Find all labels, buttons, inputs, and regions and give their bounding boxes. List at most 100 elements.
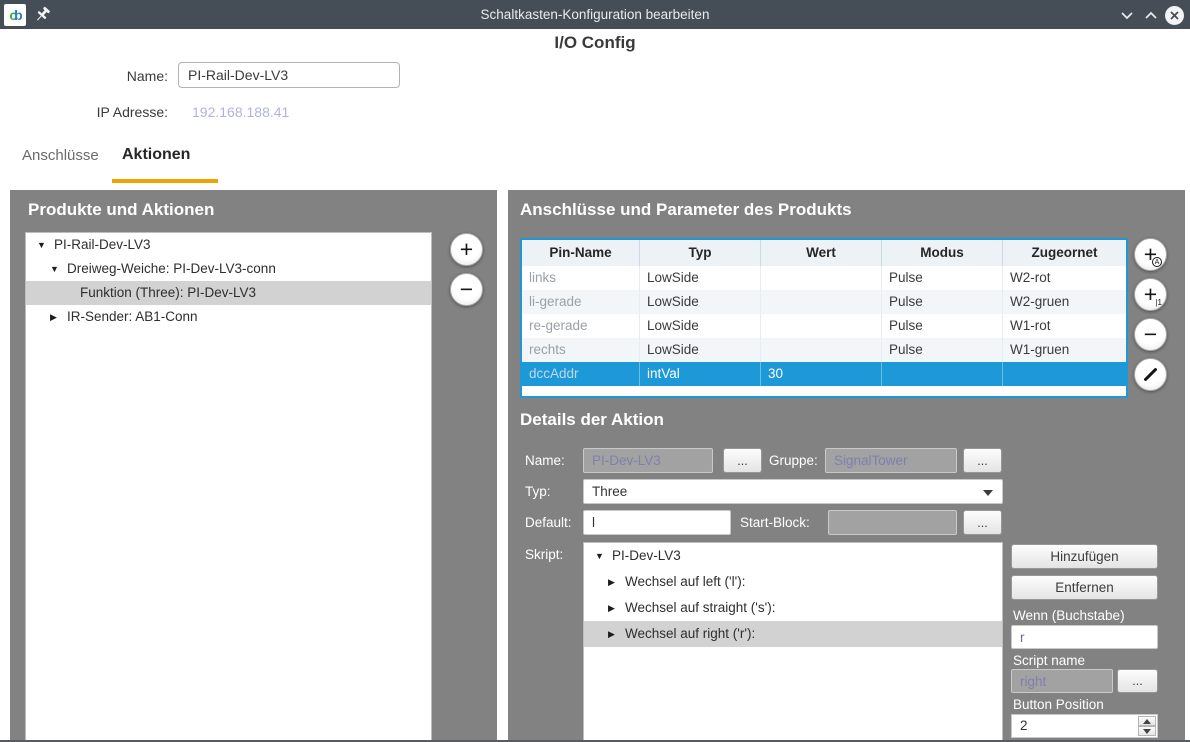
table-row[interactable]: re-geradeLowSide PulseW1-rot: [522, 314, 1126, 338]
tree-item[interactable]: ▶Wechsel auf left ('l'):: [584, 569, 1002, 595]
table-row[interactable]: linksLowSidePulseW2-rot: [522, 266, 1126, 290]
tree-item[interactable]: ▶Wechsel auf right ('r'):: [584, 621, 1002, 647]
page-title: I/O Config: [0, 33, 1190, 53]
tree-item-label: Funktion (Three): PI-Dev-LV3: [80, 281, 256, 305]
chevron-right-icon[interactable]: ▶: [608, 595, 625, 621]
column-header[interactable]: Wert: [761, 240, 882, 266]
dialog-window: cb Schaltkasten-Konfiguration bearbeiten…: [0, 0, 1190, 742]
table-cell: LowSide: [640, 338, 761, 362]
gruppe-label: Gruppe:: [769, 453, 818, 468]
column-header[interactable]: Typ: [640, 240, 761, 266]
entfernen-button[interactable]: Entfernen: [1011, 575, 1158, 600]
products-tree[interactable]: ▼PI-Rail-Dev-LV3▼Dreiweg-Weiche: PI-Dev-…: [25, 232, 432, 742]
tree-item-label: Wechsel auf right ('r'):: [625, 621, 755, 647]
tree-item[interactable]: ▼PI-Dev-LV3: [584, 543, 1002, 569]
minimize-button[interactable]: [1117, 5, 1137, 25]
close-button[interactable]: [1164, 5, 1184, 25]
tree-item-label: IR-Sender: AB1-Conn: [67, 305, 198, 329]
chevron-down-icon[interactable]: ▼: [595, 543, 612, 569]
add-product-button[interactable]: +: [450, 233, 483, 266]
tree-item[interactable]: ▼PI-Rail-Dev-LV3: [26, 233, 431, 257]
table-cell: W1-gruen: [1003, 338, 1126, 362]
table-cell: Pulse: [882, 314, 1003, 338]
tree-item-label: Dreiweg-Weiche: PI-Dev-LV3-conn: [67, 257, 276, 281]
details-panel: Anschlüsse und Parameter des Produkts Pi…: [508, 190, 1185, 742]
script-name-browse-button[interactable]: ...: [1117, 669, 1158, 693]
spinner-up-button[interactable]: [1138, 716, 1156, 726]
table-cell: links: [522, 266, 640, 290]
sub-glyph: A: [1152, 257, 1162, 267]
spinner-down-button[interactable]: [1138, 726, 1156, 736]
table-cell: re-gerade: [522, 314, 640, 338]
table-cell: [882, 362, 1003, 386]
tab-anschluesse[interactable]: Anschlüsse: [22, 147, 99, 164]
table-cell: [761, 290, 882, 314]
typ-dropdown[interactable]: Three: [583, 479, 1003, 504]
table-cell: LowSide: [640, 266, 761, 290]
tree-item[interactable]: ▶Wechsel auf straight ('s'):: [584, 595, 1002, 621]
table-row[interactable]: li-geradeLowSidePulseW2-gruen: [522, 290, 1126, 314]
remove-product-button[interactable]: −: [450, 273, 483, 306]
gruppe-browse-button[interactable]: ...: [963, 448, 1002, 473]
tab-aktionen[interactable]: Aktionen: [122, 146, 190, 164]
chevron-down-icon: [983, 490, 993, 496]
active-tab-underline: [112, 179, 218, 183]
tree-item[interactable]: ▼Dreiweg-Weiche: PI-Dev-LV3-conn: [26, 257, 431, 281]
wenn-label: Wenn (Buchstabe): [1013, 608, 1125, 623]
column-header[interactable]: Modus: [882, 240, 1003, 266]
window-title: Schaltkasten-Konfiguration bearbeiten: [0, 0, 1190, 29]
edit-pin-button[interactable]: [1134, 358, 1167, 391]
close-icon: [1165, 6, 1184, 25]
tree-item-label: Wechsel auf left ('l'):: [625, 569, 745, 595]
add-pin-single-button[interactable]: +|1: [1134, 278, 1167, 311]
table-cell: LowSide: [640, 290, 761, 314]
column-header[interactable]: Zugeornet: [1003, 240, 1126, 266]
table-cell: intVal: [640, 362, 761, 386]
typ-label: Typ:: [525, 484, 551, 499]
tree-item-label: PI-Dev-LV3: [612, 543, 681, 569]
name-input[interactable]: [178, 62, 400, 88]
table-row[interactable]: dccAddrintVal30: [522, 362, 1126, 386]
table-row[interactable]: rechtsLowSidePulseW1-gruen: [522, 338, 1126, 362]
pins-table[interactable]: Pin-NameTypWertModusZugeornetlinksLowSid…: [520, 238, 1128, 398]
chevron-down-icon[interactable]: ▼: [37, 233, 54, 257]
products-panel: Produkte und Aktionen ▼PI-Rail-Dev-LV3▼D…: [10, 190, 497, 742]
table-cell: W1-rot: [1003, 314, 1126, 338]
column-header[interactable]: Pin-Name: [522, 240, 640, 266]
chevron-right-icon[interactable]: ▶: [50, 305, 67, 329]
default-label: Default:: [525, 515, 572, 530]
skript-tree[interactable]: ▼PI-Dev-LV3▶Wechsel auf left ('l'):▶Wech…: [583, 542, 1003, 742]
gruppe-field: SignalTower: [825, 448, 957, 473]
startblock-field: [828, 510, 957, 535]
action-details-title: Details der Aktion: [520, 410, 664, 430]
action-name-browse-button[interactable]: ...: [723, 448, 762, 473]
hinzufuegen-button[interactable]: Hinzufügen: [1011, 544, 1158, 569]
ip-label: IP Adresse:: [60, 104, 168, 120]
tree-item-label: PI-Rail-Dev-LV3: [54, 233, 151, 257]
maximize-button[interactable]: [1141, 5, 1161, 25]
tree-item[interactable]: ▶IR-Sender: AB1-Conn: [26, 305, 431, 329]
startblock-browse-button[interactable]: ...: [963, 510, 1002, 535]
chevron-right-icon[interactable]: ▶: [608, 621, 625, 647]
name-label: Name:: [60, 68, 168, 84]
tree-item[interactable]: Funktion (Three): PI-Dev-LV3: [26, 281, 431, 305]
button-position-label: Button Position: [1013, 697, 1104, 712]
default-field[interactable]: l: [583, 510, 731, 535]
button-position-spinner[interactable]: 2: [1011, 714, 1158, 738]
remove-pin-button[interactable]: −: [1134, 318, 1167, 351]
minus-icon: −: [1144, 323, 1157, 346]
add-pin-auto-button[interactable]: +A: [1134, 238, 1167, 271]
titlebar[interactable]: cb Schaltkasten-Konfiguration bearbeiten: [0, 0, 1190, 29]
tree-item-label: Wechsel auf straight ('s'):: [625, 595, 775, 621]
table-cell: LowSide: [640, 314, 761, 338]
chevron-right-icon[interactable]: ▶: [608, 569, 625, 595]
wenn-input[interactable]: r: [1011, 625, 1158, 649]
table-cell: W2-rot: [1003, 266, 1126, 290]
table-cell: Pulse: [882, 290, 1003, 314]
arrow-up-icon: [1143, 719, 1151, 724]
skript-label: Skript:: [525, 547, 563, 562]
table-cell: [761, 338, 882, 362]
action-name-label: Name:: [525, 453, 565, 468]
chevron-down-icon[interactable]: ▼: [50, 257, 67, 281]
table-cell: [761, 266, 882, 290]
